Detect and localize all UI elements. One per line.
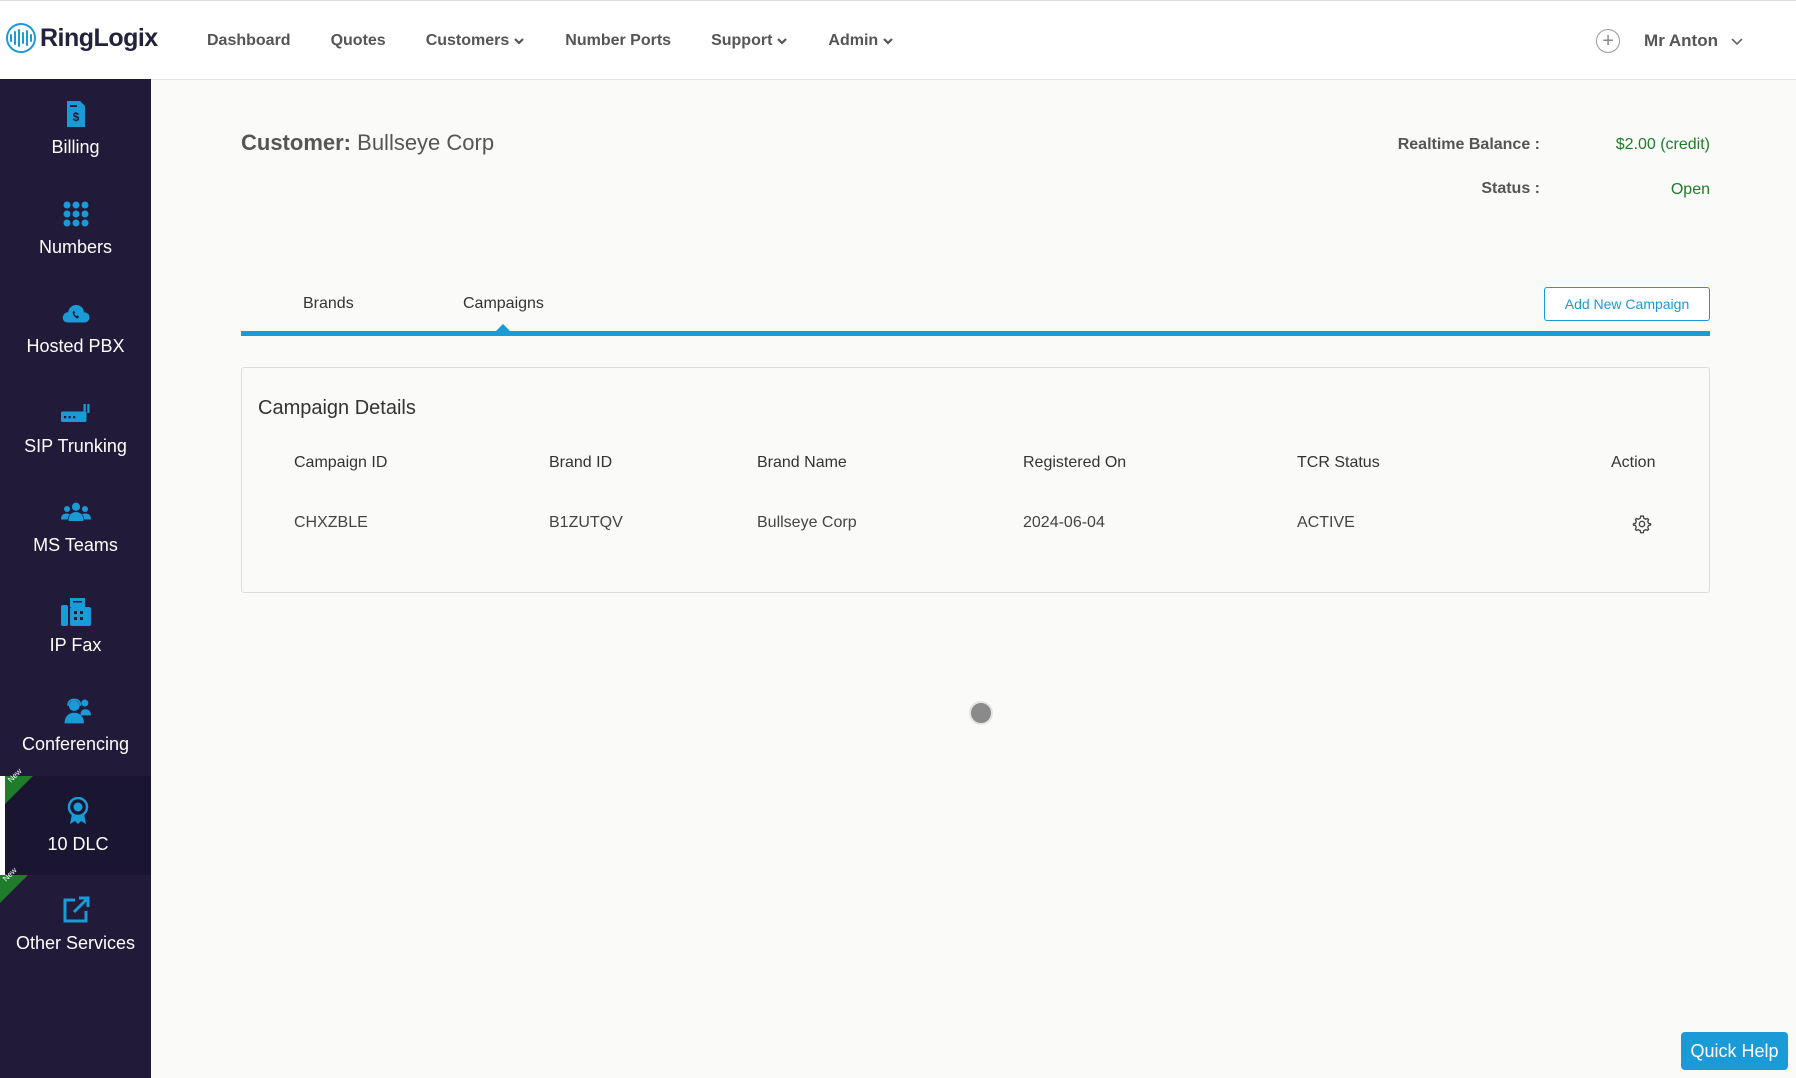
router-icon <box>60 398 91 428</box>
tab-brands[interactable]: Brands <box>303 295 354 313</box>
sidebar-item-ip-fax[interactable]: IP Fax <box>0 577 151 677</box>
sidebar-item-label: Billing <box>51 137 100 158</box>
dialpad-icon <box>61 199 91 229</box>
nav-number-ports[interactable]: Number Ports <box>565 32 671 50</box>
chevron-down-icon <box>1731 38 1743 46</box>
campaign-details-card: Campaign Details Campaign ID Brand ID Br… <box>241 367 1710 593</box>
sidebar-item-conferencing[interactable]: Conferencing <box>0 676 151 776</box>
sidebar-item-label: SIP Trunking <box>24 435 127 456</box>
new-badge: New <box>0 866 28 903</box>
status-value: Open <box>1670 181 1710 198</box>
tab-campaigns[interactable]: Campaigns <box>463 295 544 313</box>
team-icon <box>60 497 91 527</box>
nav-quotes-label: Quotes <box>330 32 386 49</box>
sidebar-item-hosted-pbx[interactable]: Hosted PBX <box>0 278 151 378</box>
column-header-tcr-status: TCR Status <box>1297 454 1380 471</box>
add-icon[interactable]: + <box>1596 29 1621 53</box>
user-name: Mr Anton <box>1644 31 1718 50</box>
nav-dashboard[interactable]: Dashboard <box>207 32 291 50</box>
new-badge: New <box>5 766 33 804</box>
quick-help-button[interactable]: Quick Help <box>1681 1032 1788 1070</box>
sidebar-item-10-dlc[interactable]: New 10 DLC <box>0 766 151 875</box>
nav-support-label: Support <box>711 32 773 49</box>
column-header-action: Action <box>1611 454 1656 471</box>
nav-support[interactable]: Support <box>711 32 788 50</box>
main-nav: Dashboard Quotes Customers Number Ports … <box>187 1 914 81</box>
sidebar-item-ms-teams[interactable]: MS Teams <box>0 477 151 577</box>
chevron-down-icon <box>777 38 788 45</box>
award-icon <box>63 796 93 826</box>
column-header-campaign-id: Campaign ID <box>294 454 388 471</box>
add-new-campaign-button[interactable]: Add New Campaign <box>1544 287 1710 321</box>
billing-icon: $ <box>61 99 91 129</box>
sidebar-item-label: Other Services <box>15 933 136 954</box>
main-content: Customer: Bullseye Corp Realtime Balance… <box>151 80 1796 1078</box>
nav-number-ports-label: Number Ports <box>565 32 672 49</box>
external-link-icon <box>61 895 91 925</box>
balance-label: Realtime Balance : <box>1397 136 1540 153</box>
sidebar-item-label: 10 DLC <box>47 833 109 854</box>
sidebar-item-numbers[interactable]: Numbers <box>0 179 151 279</box>
user-menu[interactable]: Mr Anton <box>1644 31 1744 51</box>
fax-icon <box>60 597 91 627</box>
tab-bar: Brands Campaigns <box>241 287 1710 317</box>
customer-name: Bullseye Corp <box>357 130 495 155</box>
column-header-brand-id: Brand ID <box>549 454 613 471</box>
sidebar-item-label: MS Teams <box>33 535 118 556</box>
loading-spinner <box>969 701 993 725</box>
cell-brand-id: B1ZUTQV <box>549 514 623 531</box>
card-title: Campaign Details <box>258 397 416 419</box>
cell-registered-on: 2024-06-04 <box>1023 514 1105 531</box>
top-navbar: RingLogix Dashboard Quotes Customers Num… <box>0 0 1796 80</box>
sidebar-item-sip-trunking[interactable]: SIP Trunking <box>0 378 151 478</box>
nav-customers[interactable]: Customers <box>426 32 526 50</box>
cell-brand-name: Bullseye Corp <box>757 514 857 531</box>
nav-dashboard-label: Dashboard <box>207 32 291 49</box>
svg-text:$: $ <box>72 110 79 124</box>
sidebar-item-label: Hosted PBX <box>26 336 125 357</box>
logo-soundwave-icon <box>6 23 36 53</box>
cell-campaign-id: CHXZBLE <box>294 514 368 531</box>
gear-icon[interactable] <box>1632 514 1652 534</box>
cloud-phone-icon <box>61 298 91 328</box>
nav-quotes[interactable]: Quotes <box>331 32 386 50</box>
sidebar-item-billing[interactable]: $ Billing <box>0 79 151 179</box>
sidebar-item-label: Conferencing <box>21 734 130 755</box>
cell-tcr-status: ACTIVE <box>1297 514 1355 531</box>
headset-user-icon <box>61 696 91 726</box>
ringlogix-logo[interactable]: RingLogix <box>6 23 158 53</box>
chevron-down-icon <box>883 38 893 45</box>
sidebar-item-label: IP Fax <box>49 634 102 655</box>
nav-admin-label: Admin <box>828 32 879 49</box>
status-label: Status : <box>1481 180 1540 197</box>
chevron-down-icon <box>514 38 525 45</box>
top-right-controls: + Mr Anton <box>1596 1 1796 81</box>
balance-value: $2.00 (credit) <box>1615 136 1710 153</box>
customer-label: Customer: <box>241 130 352 155</box>
logo-text: RingLogix <box>40 23 158 52</box>
tab-underline <box>241 331 1710 336</box>
sidebar-item-other-services[interactable]: New Other Services <box>0 866 151 975</box>
nav-admin[interactable]: Admin <box>828 32 894 50</box>
column-header-brand-name: Brand Name <box>757 454 847 471</box>
sidebar-item-label: Numbers <box>38 236 113 257</box>
page-title: Customer: Bullseye Corp <box>241 130 494 156</box>
column-header-registered-on: Registered On <box>1023 454 1127 471</box>
sidebar: $ Billing Numbers Hosted PBX SIP Trunkin… <box>0 79 151 1078</box>
nav-customers-label: Customers <box>425 32 510 49</box>
